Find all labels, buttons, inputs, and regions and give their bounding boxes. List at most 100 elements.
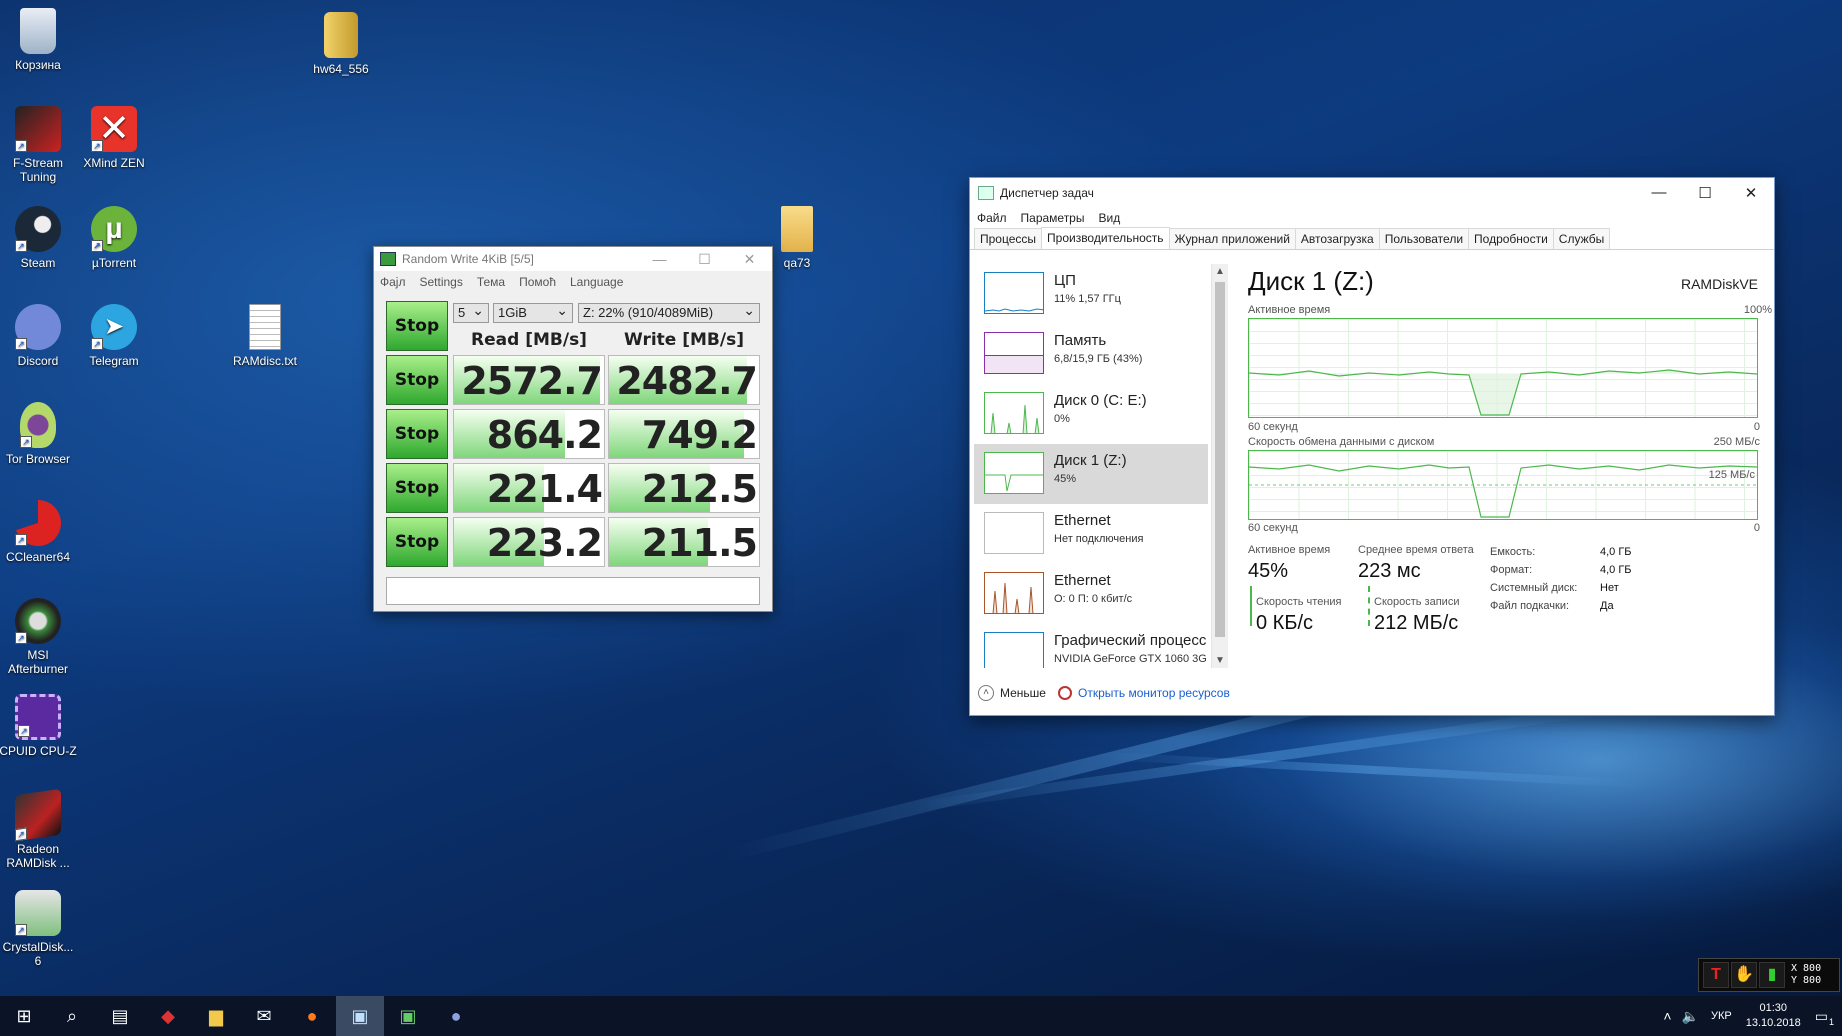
maximize-icon[interactable]: ☐ [1682, 184, 1728, 202]
desktop-icon-afterburner[interactable]: ↗ MSI Afterburner [0, 598, 77, 676]
volume-icon[interactable]: 🔈 [1682, 1008, 1699, 1025]
desktop-icon-label: Steam [20, 256, 56, 270]
cdm-titlebar[interactable]: Random Write 4KiB [5/5] — ☐ ✕ [374, 247, 772, 271]
crystaldisk-taskbar-icon[interactable]: ▣ [384, 996, 432, 1036]
cdm-row2-stop-button[interactable]: Stop [386, 409, 448, 459]
cdm-size-select[interactable]: 1GiB [493, 301, 573, 323]
scroll-up-icon[interactable]: ▲ [1215, 266, 1225, 277]
tab-details[interactable]: Подробности [1468, 228, 1554, 249]
scrollbar-thumb[interactable] [1215, 282, 1225, 637]
capacity-label: Емкость: [1490, 546, 1536, 558]
crystaldiskmark-window[interactable]: Random Write 4KiB [5/5] — ☐ ✕ Фајл Setti… [373, 246, 773, 612]
cdm-row1-stop-button[interactable]: Stop [386, 355, 448, 405]
cdm-row3-stop-button[interactable]: Stop [386, 463, 448, 513]
close-icon[interactable]: ✕ [1728, 184, 1774, 202]
notification-icon[interactable]: ▭ 1 [1815, 1008, 1834, 1027]
maximize-icon[interactable]: ☐ [682, 251, 727, 268]
desktop-icon-ramdisk[interactable]: ↗ Radeon RAMDisk ... [0, 788, 77, 870]
cdm-menubar: Фајл Settings Тема Помоћ Language [374, 271, 772, 293]
resource-item-ethernet2[interactable]: Ethernet О: 0 П: 0 кбит/с [974, 564, 1208, 624]
cdm-menu-help[interactable]: Помоћ [519, 275, 556, 289]
desktop-icon-label: CCleaner64 [5, 550, 71, 564]
resource-list-scrollbar[interactable]: ▲ ▼ [1212, 264, 1228, 668]
task-manager-window[interactable]: Диспетчер задач — ☐ ✕ Файл Параметры Вид… [969, 177, 1775, 716]
desktop-icon-label: MSI Afterburner [7, 648, 69, 676]
graph1-max: 100% [1743, 304, 1772, 316]
resource-item-disk1[interactable]: Диск 1 (Z:) 45% [974, 444, 1208, 504]
resource-item-memory[interactable]: Память 6,8/15,9 ГБ (43%) [974, 324, 1208, 384]
search-icon[interactable]: ⌕ [48, 996, 96, 1036]
ethernet1-thumb [984, 512, 1044, 554]
cdm-menu-settings[interactable]: Settings [419, 275, 462, 289]
desktop-icon-label: CPUID CPU-Z [0, 744, 77, 758]
cdm-all-stop-button[interactable]: Stop [386, 301, 448, 351]
desktop-icon-steam[interactable]: ↗ Steam [0, 206, 77, 270]
disk-model: RAMDiskVE [1680, 276, 1758, 292]
firefox-icon[interactable]: ● [288, 996, 336, 1036]
language-indicator[interactable]: УКР [1711, 1010, 1732, 1022]
cdm-app-icon [380, 252, 396, 266]
desktop-icon-ccleaner[interactable]: ↗ CCleaner64 [0, 500, 77, 564]
resource-sub: Нет подключения [1054, 533, 1144, 545]
desktop-icon-telegram[interactable]: ➤ ↗ Telegram [75, 304, 153, 368]
fstream-taskbar-icon[interactable]: ◆ [144, 996, 192, 1036]
minimize-icon[interactable]: — [1636, 184, 1682, 202]
battery-icon: ▮ [1759, 962, 1785, 988]
resource-item-gpu[interactable]: Графический процесс NVIDIA GeForce GTX 1… [974, 624, 1208, 668]
desktop-icon-ramdisc-txt[interactable]: RAMdisc.txt [226, 304, 304, 368]
ccleaner-icon: ↗ [15, 500, 61, 546]
tab-startup[interactable]: Автозагрузка [1294, 228, 1380, 249]
chevron-up-icon[interactable]: ˄ [978, 685, 994, 701]
tab-users[interactable]: Пользователи [1378, 228, 1470, 249]
cdm-menu-file[interactable]: Фајл [380, 275, 405, 289]
close-icon[interactable]: ✕ [727, 251, 772, 268]
cdm-row4-stop-button[interactable]: Stop [386, 517, 448, 567]
task-view-icon[interactable]: ▤ [96, 996, 144, 1036]
desktop-icon-hw64[interactable]: hw64_556 [302, 12, 380, 76]
desktop-icon-crystaldisk[interactable]: ↗ CrystalDisk... 6 [0, 890, 77, 968]
cdm-write-value: 749.2 [641, 413, 758, 457]
open-resource-monitor-link[interactable]: Открыть монитор ресурсов [1078, 686, 1230, 700]
cdm-row2-write: 749.2 [608, 409, 760, 459]
scroll-down-icon[interactable]: ▼ [1215, 655, 1225, 666]
tab-services[interactable]: Службы [1552, 228, 1611, 249]
osd-overlay: T ✋ ▮ X 800 Y 800 [1698, 958, 1840, 992]
cdm-drive-select[interactable]: Z: 22% (910/4089MiB) [578, 301, 760, 323]
resource-item-ethernet1[interactable]: Ethernet Нет подключения [974, 504, 1208, 564]
minimize-icon[interactable]: — [637, 251, 682, 268]
tor-icon: ↗ [20, 402, 56, 448]
resource-item-cpu[interactable]: ЦП 11% 1,57 ГГц [974, 264, 1208, 324]
clock[interactable]: 01:30 13.10.2018 [1746, 1001, 1801, 1031]
desktop-icon-xmind[interactable]: ✕ ↗ XMind ZEN [75, 106, 153, 170]
cdm-count-select[interactable]: 5 [453, 301, 489, 323]
mail-icon[interactable]: ✉ [240, 996, 288, 1036]
desktop-icon-label: qa73 [783, 256, 811, 270]
fewer-details-link[interactable]: Меньше [1000, 686, 1046, 700]
file-explorer-icon[interactable]: ▆ [192, 996, 240, 1036]
resource-item-disk0[interactable]: Диск 0 (C: E:) 0% [974, 384, 1208, 444]
cdm-row1-write: 2482.7 [608, 355, 760, 405]
resource-monitor-icon[interactable] [1057, 686, 1072, 700]
cdm-menu-language[interactable]: Language [570, 275, 623, 289]
tm-titlebar[interactable]: Диспетчер задач — ☐ ✕ [970, 178, 1774, 208]
desktop-icon-recycle-bin[interactable]: Корзина [0, 8, 77, 72]
tab-app-history[interactable]: Журнал приложений [1168, 228, 1296, 249]
tray-chevron-icon[interactable]: ˄ [1663, 1008, 1671, 1024]
tm-menu-file[interactable]: Файл [977, 211, 1007, 225]
cdm-menu-theme[interactable]: Тема [477, 275, 505, 289]
read-rate-marker [1250, 586, 1252, 626]
desktop-icon-fstream[interactable]: ↗ F-Stream Tuning [0, 106, 77, 184]
task-manager-taskbar-icon[interactable]: ▣ [336, 996, 384, 1036]
tab-performance[interactable]: Производительность [1041, 227, 1170, 249]
tab-processes[interactable]: Процессы [974, 228, 1043, 249]
desktop-icon-discord[interactable]: ↗ Discord [0, 304, 77, 368]
tm-menu-options[interactable]: Параметры [1021, 211, 1085, 225]
discord-taskbar-icon[interactable]: ● [432, 996, 480, 1036]
system-disk-label: Системный диск: [1490, 582, 1578, 594]
desktop-icon-tor[interactable]: ↗ Tor Browser [0, 402, 77, 466]
tm-menu-view[interactable]: Вид [1098, 211, 1120, 225]
desktop-icon-utorrent[interactable]: µ ↗ µTorrent [75, 206, 153, 270]
desktop-icon-cpuz[interactable]: ↗ CPUID CPU-Z [0, 694, 77, 758]
windows-start-icon[interactable]: ⊞ [0, 996, 48, 1036]
cdm-comment-field[interactable] [386, 577, 760, 605]
